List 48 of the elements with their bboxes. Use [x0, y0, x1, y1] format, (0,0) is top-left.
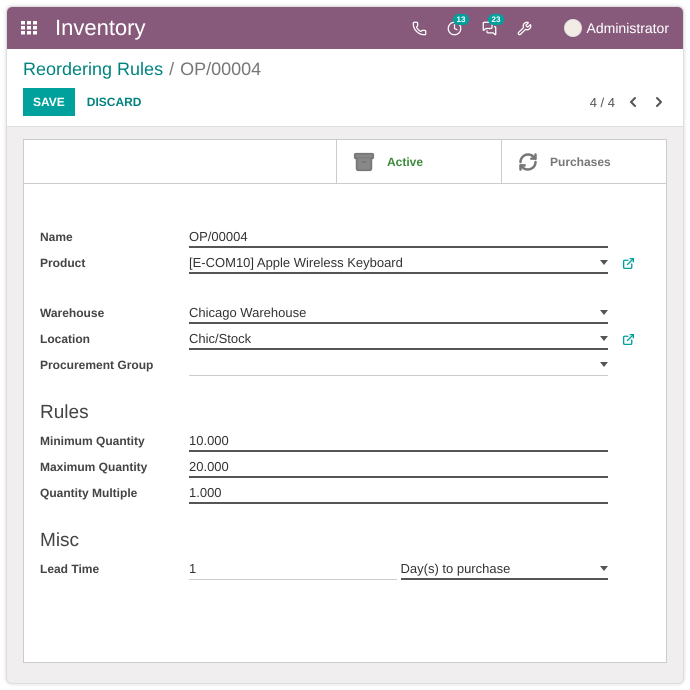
breadcrumb-separator: /	[169, 59, 174, 80]
input-field[interactable]: OP/00004	[189, 226, 608, 248]
input-field[interactable]: 1.000	[189, 482, 608, 504]
caret-icon	[600, 260, 608, 264]
field-label: Maximum Quantity	[40, 460, 148, 474]
caret-icon	[600, 336, 608, 340]
count-badge: 23	[488, 14, 504, 24]
external-link-icon[interactable]	[622, 332, 635, 346]
purchases-button[interactable]: Purchases	[501, 140, 666, 183]
tools-icon[interactable]	[516, 20, 532, 36]
field-label: Product	[40, 256, 86, 270]
select-field[interactable]: Day(s) to purchase	[400, 558, 608, 580]
field-label: Warehouse	[40, 306, 106, 320]
input-field[interactable]: 10.000	[189, 430, 608, 452]
user-name[interactable]: Administrator	[586, 20, 669, 36]
app-title: Inventory	[55, 15, 146, 41]
pager-value: 4 / 4	[590, 94, 615, 110]
section-heading: Rules	[40, 402, 90, 424]
button-label: Purchases	[550, 154, 611, 168]
breadcrumb-link[interactable]: Reordering Rules	[23, 59, 164, 80]
clock-icon[interactable]	[446, 20, 462, 36]
avatar-icon[interactable]	[564, 19, 582, 37]
count-badge: 13	[452, 14, 470, 24]
field-label: Minimum Quantity	[40, 434, 146, 448]
caret-icon	[600, 362, 608, 367]
section-heading: Misc	[40, 530, 80, 552]
button-label: Active	[387, 154, 424, 168]
select-field[interactable]: Chic/Stock	[189, 328, 608, 350]
caret-icon	[600, 310, 608, 314]
input-field[interactable]: 20.000	[189, 456, 608, 478]
select-field[interactable]: Chicago Warehouse	[189, 302, 608, 324]
archive-icon	[353, 150, 375, 172]
refresh-icon	[518, 152, 538, 172]
field-label: Procurement Group	[40, 358, 154, 372]
external-link-icon[interactable]	[622, 256, 635, 270]
apps-menu-icon[interactable]	[21, 21, 37, 35]
discard-button[interactable]: DISCARD	[76, 88, 152, 116]
input-field[interactable]: 1	[189, 558, 396, 580]
active-toggle-button[interactable]: Active	[336, 140, 501, 183]
field-label: Location	[40, 332, 91, 346]
select-field[interactable]: [E-COM10] Apple Wireless Keyboard	[189, 252, 608, 274]
breadcrumb-current: OP/00004	[180, 59, 262, 80]
phone-icon[interactable]	[412, 20, 427, 36]
field-label: Quantity Multiple	[40, 486, 138, 500]
caret-icon	[600, 566, 608, 570]
chat-icon[interactable]	[482, 20, 497, 36]
field-label: Lead Time	[40, 562, 100, 576]
field-label: Name	[40, 230, 74, 244]
